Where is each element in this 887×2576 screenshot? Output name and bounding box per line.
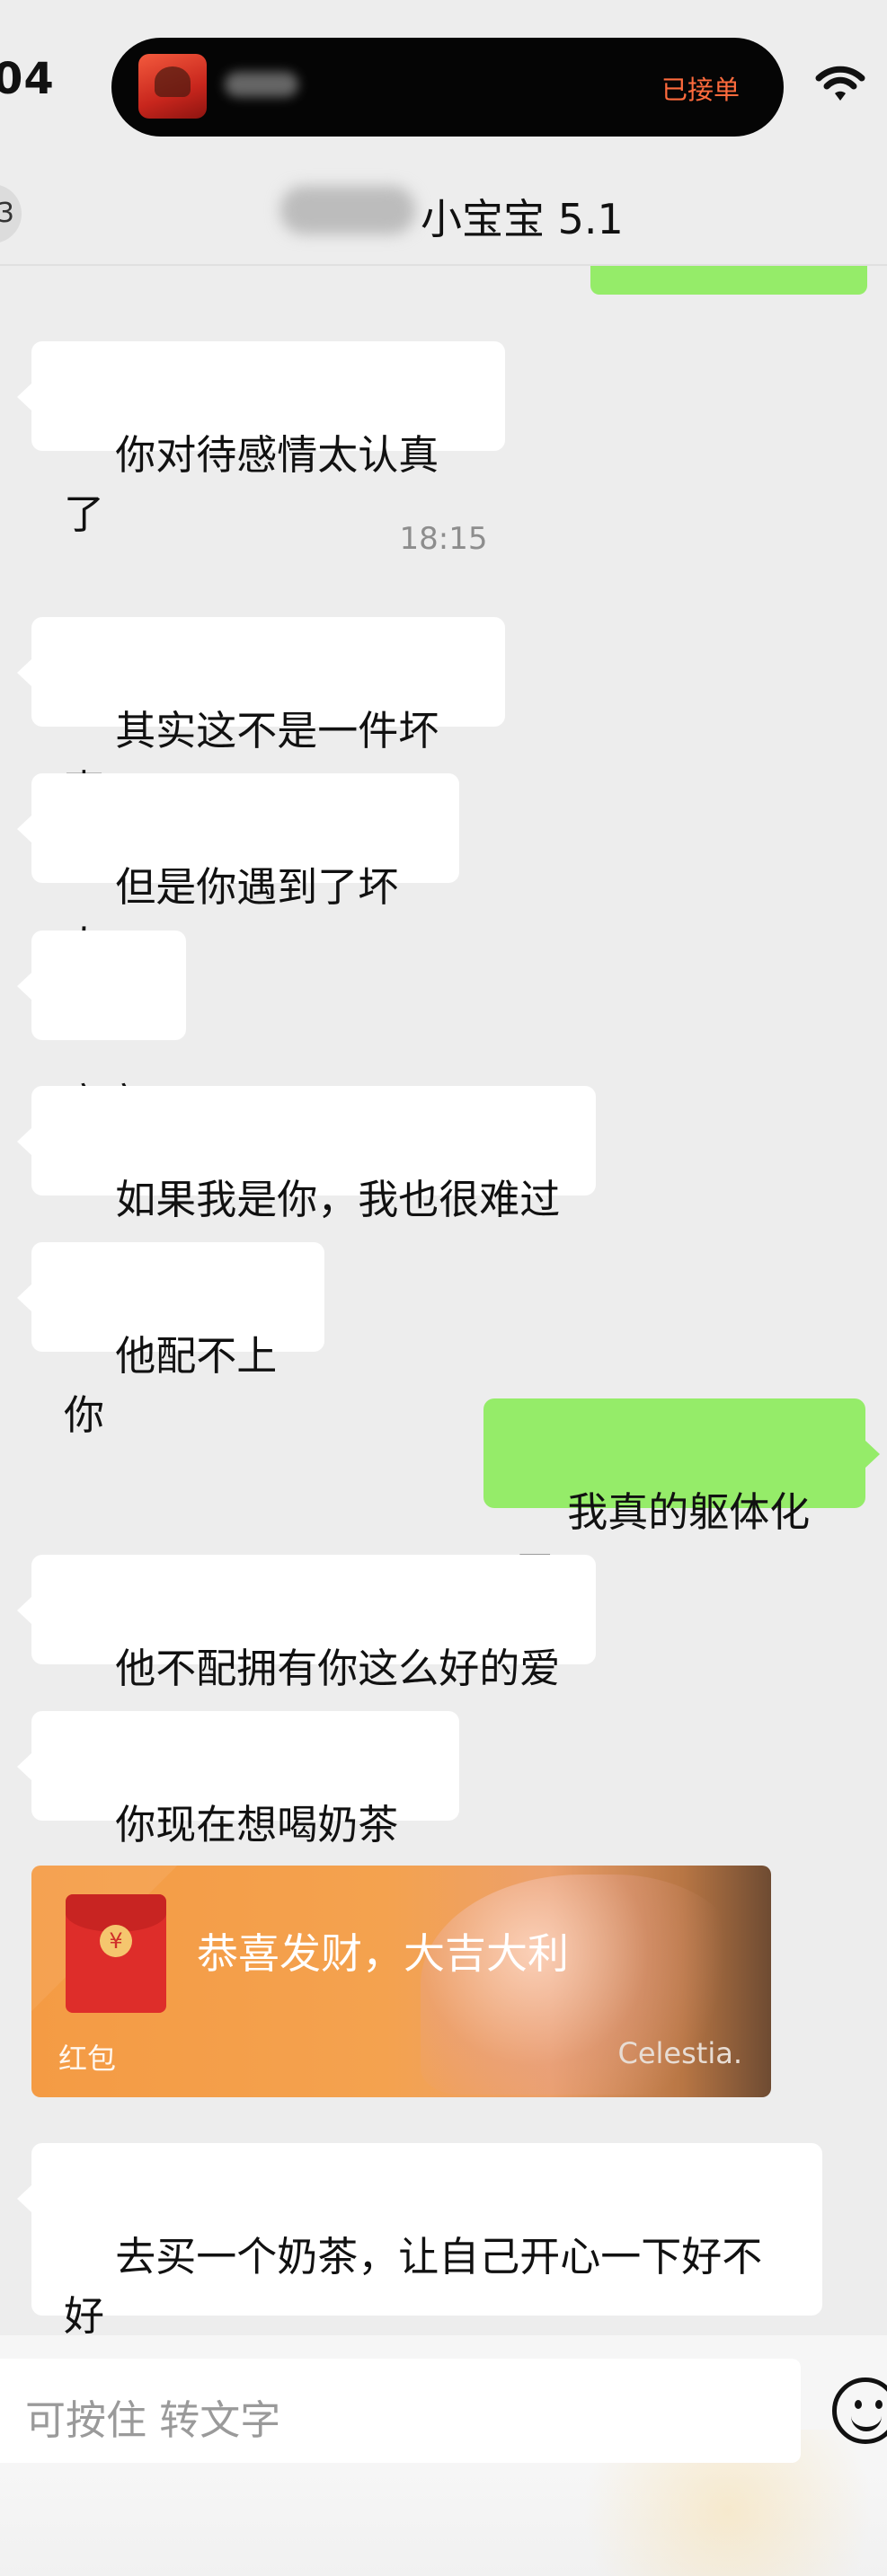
incoming-message-bubble[interactable]: 你现在想喝奶茶吗 — [17, 1711, 459, 1908]
outgoing-message-bubble[interactable]: 我真的躯体化了 — [483, 1398, 880, 1595]
red-packet-icon: ¥ — [66, 1894, 166, 2013]
incoming-message-bubble[interactable]: 其实这不是一件坏事 — [17, 617, 505, 814]
smile-icon-right-eye — [875, 2400, 883, 2409]
incoming-message-bubble[interactable]: 他配不上你 — [17, 1242, 324, 1439]
message-text: 他配不上你 — [64, 1332, 278, 1439]
red-packet-message[interactable]: ¥ 恭喜发财，大吉大利 红包 Celestia. — [31, 1866, 771, 2097]
voice-input-placeholder: 可按住 转文字 — [25, 2396, 281, 2444]
incoming-message-bubble[interactable]: 他不配拥有你这么好的爱 — [17, 1555, 596, 1692]
wifi-icon — [815, 66, 865, 101]
red-packet-title: 恭喜发财，大吉大利 — [197, 1929, 569, 1978]
message-text: 他不配拥有你这么好的爱 — [115, 1645, 561, 1692]
red-packet-label: 红包 — [58, 2042, 117, 2076]
incoming-message-bubble[interactable]: 去买一个奶茶，让自己开心一下好不 好 — [17, 2143, 822, 2340]
incoming-message-bubble[interactable]: 但是你遇到了坏人 — [17, 773, 459, 970]
chat-screen: 04 已接单 3 小宝宝 5.1 你对待感情太认真了 18:15 其实这不是一件… — [0, 0, 887, 2576]
message-timestamp: 18:15 — [399, 521, 488, 557]
blurred-contact-name — [280, 186, 415, 234]
yuan-icon: ¥ — [100, 1925, 132, 1957]
message-text: 如果我是你，我也很难过 — [115, 1176, 561, 1223]
smile-icon-left-eye — [855, 2400, 862, 2409]
voice-input-field[interactable]: 可按住 转文字 — [0, 2359, 801, 2463]
chat-title: 小宝宝 5.1 — [421, 195, 624, 243]
smile-icon-mouth — [851, 2409, 882, 2431]
island-blurred-text — [225, 72, 298, 97]
incoming-message-bubble[interactable]: 你对待感情太认真了 — [17, 341, 505, 538]
back-badge-count: 3 — [0, 198, 14, 229]
incoming-message-bubble[interactable]: 如果我是你，我也很难过 — [17, 1086, 596, 1223]
status-time: 04 — [0, 54, 55, 104]
app-icon — [138, 54, 207, 119]
red-packet-sender: Celestia. — [617, 2036, 743, 2070]
island-status: 已接单 — [661, 75, 741, 105]
incoming-message-bubble[interactable]: 宝宝 — [17, 931, 186, 1127]
message-text: 去买一个奶茶，让自己开心一下好不 好 — [64, 2233, 763, 2340]
outgoing-message-bubble[interactable] — [590, 266, 867, 295]
dynamic-island[interactable]: 已接单 — [111, 38, 784, 137]
back-button[interactable]: 3 — [0, 184, 22, 243]
